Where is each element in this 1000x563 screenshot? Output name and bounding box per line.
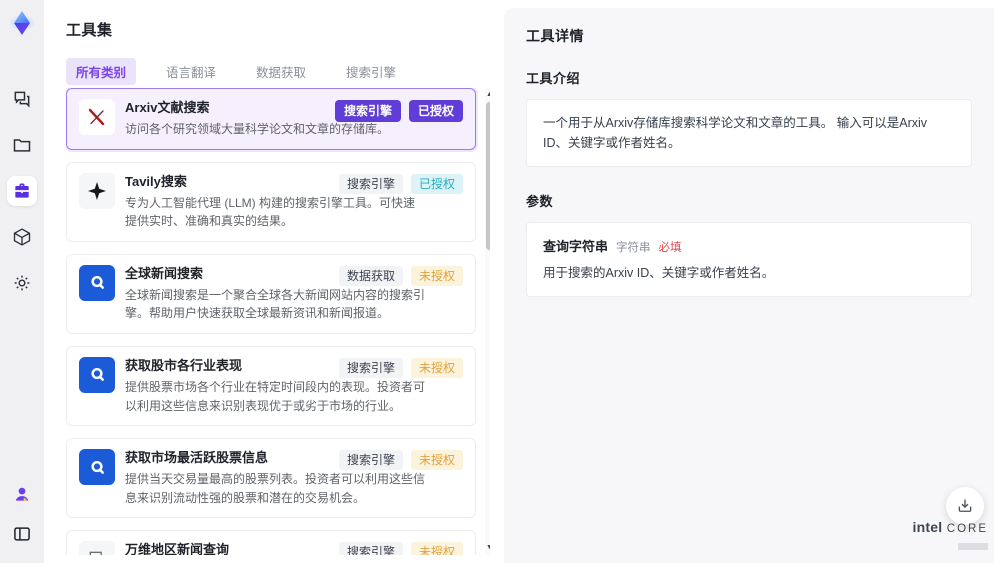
status-badge: 已授权 <box>408 100 463 122</box>
tool-card-list: Arxiv文献搜索 访问各个研究领域大量科学论文和文章的存储库。 搜索引擎 已授… <box>66 88 490 555</box>
tab-search-engine[interactable]: 搜索引擎 <box>336 58 406 85</box>
scroll-up-arrow[interactable]: ▲ <box>485 90 490 100</box>
cube-icon <box>12 227 32 247</box>
sidebar-item-models[interactable] <box>7 222 37 252</box>
tab-data-fetch[interactable]: 数据获取 <box>246 58 316 85</box>
category-badge: 搜索引擎 <box>338 450 403 471</box>
category-badge: 搜索引擎 <box>334 100 401 122</box>
intro-text: 一个用于从Arxiv存储库搜索科学论文和文章的工具。 输入可以是Arxiv ID… <box>543 116 928 150</box>
core-wordmark: CORE <box>946 523 988 535</box>
tool-description: 提供当天交易量最高的股票列表。投资者可以利用这些信息来识别流动性强的股票和潜在的… <box>125 472 426 505</box>
scrollbar-thumb[interactable] <box>486 102 490 250</box>
gear-icon <box>12 273 32 293</box>
detail-title: 工具详情 <box>526 28 584 44</box>
intel-core-logo: intel CORE <box>913 519 988 555</box>
page-title: 工具集 <box>66 22 113 39</box>
briefcase-icon <box>12 181 32 201</box>
sidebar-item-tools[interactable] <box>7 176 37 206</box>
tool-card-sector-performance[interactable]: 获取股市各行业表现 提供股票市场各个行业在特定时间段内的表现。投资者可以利用这些… <box>66 345 476 427</box>
tool-card-tavily[interactable]: Tavily搜索 专为人工智能代理 (LLM) 构建的搜索引擎工具。可快速提供实… <box>66 161 476 242</box>
tool-card-global-news[interactable]: 全球新闻搜索 全球新闻搜索是一个聚合全球各大新闻网站内容的搜索引擎。帮助用户快速… <box>66 253 476 334</box>
sidebar-item-collapse[interactable] <box>7 519 37 549</box>
folder-icon <box>12 135 32 155</box>
tab-language-translation[interactable]: 语言翻译 <box>156 58 226 85</box>
arxiv-logo-icon <box>79 99 115 135</box>
news-search-icon <box>79 356 115 393</box>
tool-card-most-active-stocks[interactable]: 获取市场最活跃股票信息 提供当天交易量最高的股票列表。投资者可以利用这些信息来识… <box>66 438 476 519</box>
tool-detail-panel: 工具详情 工具介绍 一个用于从Arxiv存储库搜索科学论文和文章的工具。 输入可… <box>504 8 994 563</box>
category-badge: 搜索引擎 <box>338 542 403 555</box>
sidebar-item-files[interactable] <box>7 130 37 160</box>
tool-card-regional-news[interactable]: 万维地区新闻查询 查询具体行政区划内的新闻，快速了解各地新闻动 搜索引擎 未授权 <box>66 530 476 555</box>
intel-sub-badge <box>958 543 988 550</box>
param-name: 查询字符串 <box>543 239 609 254</box>
app-logo-icon <box>7 8 37 38</box>
param-description: 用于搜索的Arxiv ID、关键字或作者姓名。 <box>543 266 775 280</box>
status-badge: 已授权 <box>410 173 463 194</box>
category-badge: 搜索引擎 <box>338 173 403 194</box>
newspaper-icon <box>79 541 115 555</box>
list-scrollbar[interactable]: ▲ ▼ <box>485 88 490 555</box>
chat-icon <box>12 89 32 109</box>
news-search-icon <box>79 264 115 301</box>
left-rail <box>0 0 44 563</box>
sidebar-item-settings[interactable] <box>7 268 37 298</box>
intel-wordmark: intel <box>912 519 943 535</box>
status-badge: 未授权 <box>410 265 463 286</box>
download-icon <box>956 497 974 515</box>
tool-description: 全球新闻搜索是一个聚合全球各大新闻网站内容的搜索引擎。帮助用户快速获取全球最新资… <box>125 287 426 321</box>
tavily-logo-icon <box>79 172 115 209</box>
category-badge: 数据获取 <box>338 265 403 286</box>
intro-box: 一个用于从Arxiv存储库搜索科学论文和文章的工具。 输入可以是Arxiv ID… <box>526 99 972 167</box>
category-tabs: 所有类别 语言翻译 数据获取 搜索引擎 <box>44 40 496 85</box>
tab-all-categories[interactable]: 所有类别 <box>66 58 137 85</box>
user-avatar-icon <box>12 484 32 504</box>
sidebar-item-user[interactable] <box>7 479 37 509</box>
param-type: 字符串 <box>616 242 651 254</box>
tool-description: 专为人工智能代理 (LLM) 构建的搜索引擎工具。可快速提供实时、准确和真实的结… <box>125 195 416 229</box>
category-badge: 搜索引擎 <box>338 357 403 378</box>
panel-toggle-icon <box>12 524 32 544</box>
status-badge: 未授权 <box>410 357 463 378</box>
tool-description: 提供股票市场各个行业在特定时间段内的表现。投资者可以利用这些信息来识别表现优于或… <box>125 379 426 413</box>
tool-description: 访问各个研究领域大量科学论文和文章的存储库。 <box>125 122 390 136</box>
tool-list-panel: 工具集 所有类别 语言翻译 数据获取 搜索引擎 Arxiv文献搜索 访问各个研究… <box>44 0 496 563</box>
params-heading: 参数 <box>526 194 554 209</box>
news-search-icon <box>79 449 115 486</box>
tool-card-arxiv[interactable]: Arxiv文献搜索 访问各个研究领域大量科学论文和文章的存储库。 搜索引擎 已授… <box>66 88 476 150</box>
intro-heading: 工具介绍 <box>526 71 581 86</box>
scroll-down-arrow[interactable]: ▼ <box>485 543 490 553</box>
status-badge: 未授权 <box>410 542 463 555</box>
sidebar-item-chat[interactable] <box>7 84 37 114</box>
status-badge: 未授权 <box>410 450 463 471</box>
param-box: 查询字符串 字符串 必填 用于搜索的Arxiv ID、关键字或作者姓名。 <box>526 222 972 297</box>
param-required-flag: 必填 <box>658 242 682 254</box>
